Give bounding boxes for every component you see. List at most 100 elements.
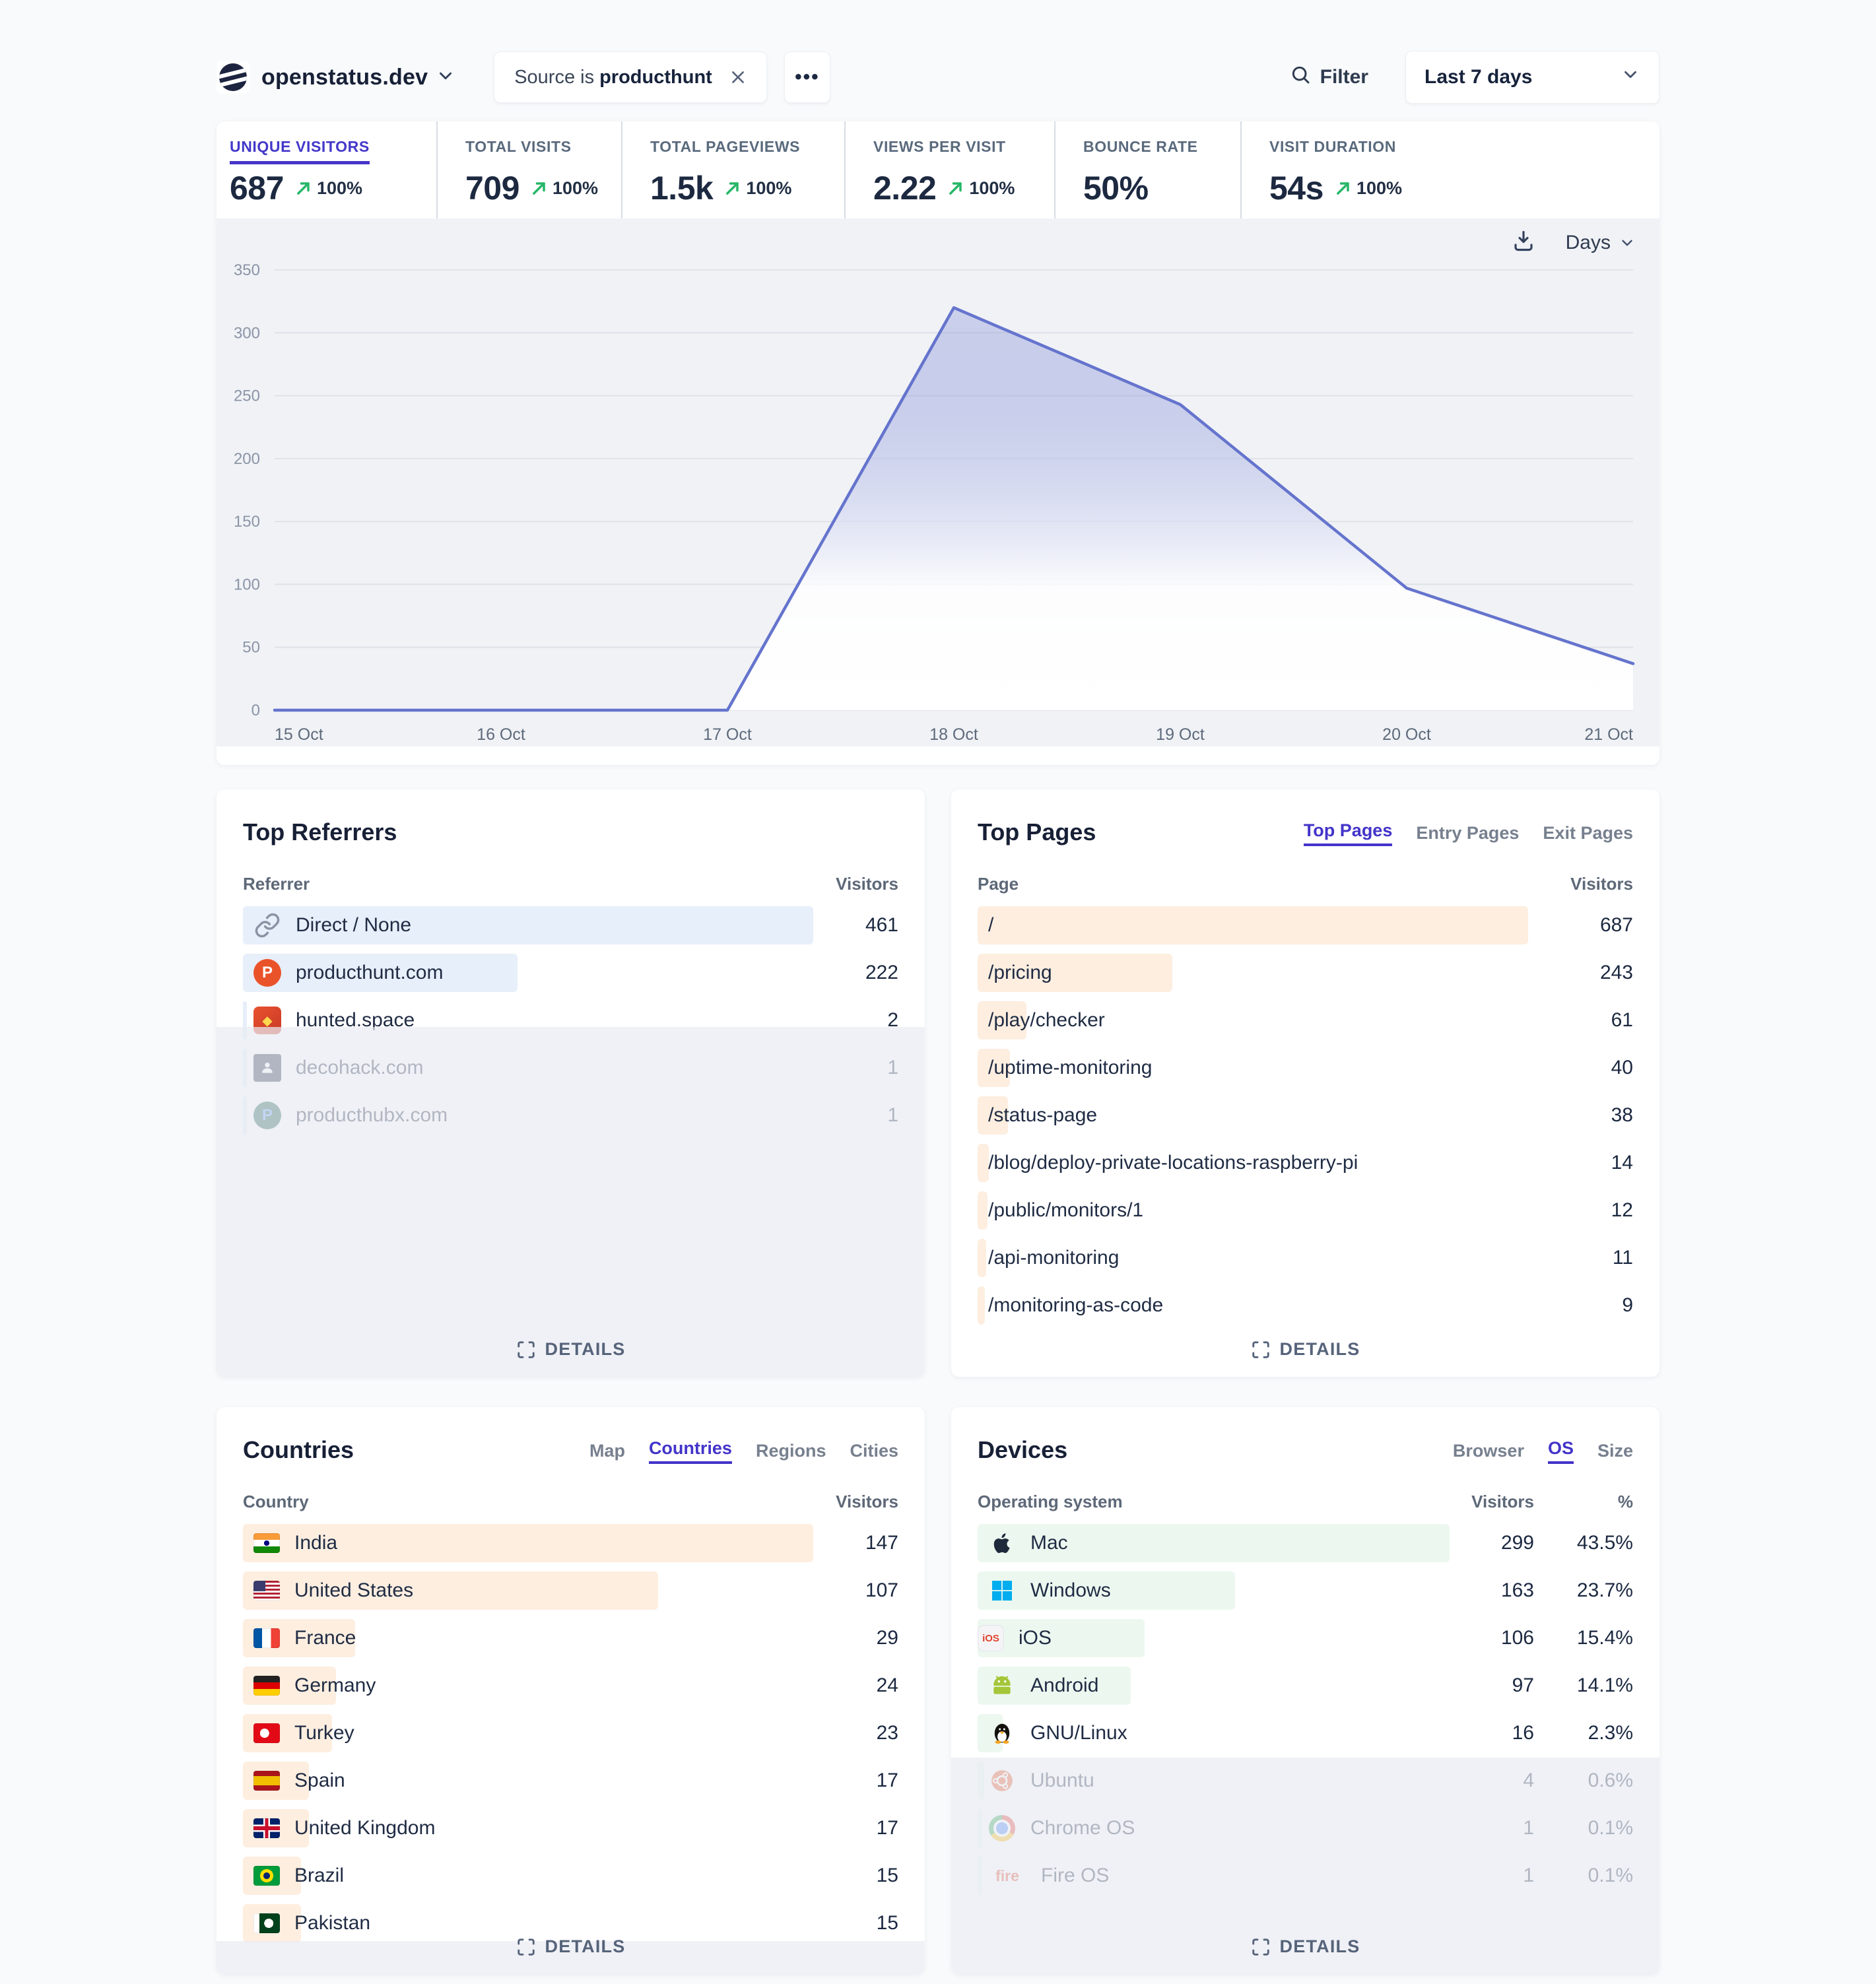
row-visitors: 1	[1455, 1817, 1534, 1839]
table-row[interactable]: Mac29943.5%	[978, 1524, 1633, 1562]
table-row[interactable]: /status-page38	[978, 1096, 1633, 1135]
table-row[interactable]: Turkey23	[243, 1714, 898, 1752]
table-row[interactable]: /pricing243	[978, 954, 1633, 992]
remove-filter-icon[interactable]	[729, 69, 747, 86]
row-label[interactable]: /blog/deploy-private-locations-raspberry…	[988, 1152, 1554, 1174]
table-row[interactable]: /play/checker61	[978, 1001, 1633, 1040]
site-name[interactable]: openstatus.dev	[261, 65, 428, 90]
table-row[interactable]: /uptime-monitoring40	[978, 1049, 1633, 1087]
table-row[interactable]: United Kingdom17	[243, 1809, 898, 1847]
interval-select[interactable]: Days	[1566, 232, 1636, 254]
table-row[interactable]: Windows16323.7%	[978, 1571, 1633, 1610]
tab-size[interactable]: Size	[1597, 1441, 1633, 1464]
tab-entry-pages[interactable]: Entry Pages	[1416, 823, 1519, 846]
metric-total-pageviews[interactable]: TOTAL PAGEVIEWS1.5k100%	[621, 121, 844, 218]
table-row[interactable]: /api-monitoring11	[978, 1239, 1633, 1277]
metric-unique-visitors[interactable]: UNIQUE VISITORS687100%	[217, 121, 436, 218]
tab-cities[interactable]: Cities	[850, 1441, 898, 1464]
table-row[interactable]: Android9714.1%	[978, 1667, 1633, 1705]
table-row[interactable]: Direct / None461	[243, 906, 898, 944]
tab-regions[interactable]: Regions	[756, 1441, 826, 1464]
top-referrers-panel: Top ReferrersReferrerVisitorsDirect / No…	[217, 789, 925, 1377]
row-label[interactable]: Android	[1030, 1674, 1455, 1697]
table-row[interactable]: /monitoring-as-code9	[978, 1286, 1633, 1325]
metric-total-visits[interactable]: TOTAL VISITS709100%	[436, 121, 621, 218]
table-row[interactable]: fireFire OS10.1%	[978, 1857, 1633, 1895]
row-label[interactable]: /pricing	[988, 962, 1554, 984]
expand-icon	[1251, 1937, 1271, 1957]
tab-top-pages[interactable]: Top Pages	[1304, 820, 1393, 846]
row-label[interactable]: GNU/Linux	[1030, 1722, 1455, 1744]
row-label[interactable]: /monitoring-as-code	[988, 1294, 1554, 1317]
row-label[interactable]: producthubx.com	[296, 1104, 819, 1127]
tab-os[interactable]: OS	[1548, 1438, 1574, 1464]
table-row[interactable]: decohack.com1	[243, 1049, 898, 1087]
row-label[interactable]: Ubuntu	[1030, 1769, 1455, 1792]
table-row[interactable]: Brazil15	[243, 1857, 898, 1895]
tab-exit-pages[interactable]: Exit Pages	[1543, 823, 1633, 846]
table-row[interactable]: Pproducthunt.com222	[243, 954, 898, 992]
filter-button[interactable]: Filter	[1290, 64, 1368, 90]
openstatus-logo-icon	[217, 61, 250, 94]
row-label[interactable]: Spain	[294, 1769, 819, 1792]
table-row[interactable]: France29	[243, 1619, 898, 1657]
details-button[interactable]: DETAILS	[951, 1936, 1659, 1957]
windows-icon	[978, 1577, 1016, 1604]
link-icon	[243, 911, 281, 939]
row-label[interactable]: Turkey	[294, 1722, 819, 1744]
tab-browser[interactable]: Browser	[1453, 1441, 1524, 1464]
table-row[interactable]: /public/monitors/112	[978, 1191, 1633, 1230]
row-label[interactable]: Pakistan	[294, 1912, 819, 1934]
row-label[interactable]: United States	[294, 1579, 819, 1602]
metric-visit-duration[interactable]: VISIT DURATION54s100%	[1240, 121, 1445, 218]
tab-map[interactable]: Map	[589, 1441, 625, 1464]
table-row[interactable]: Chrome OS10.1%	[978, 1809, 1633, 1847]
visitors-card: UNIQUE VISITORS687100%TOTAL VISITS709100…	[217, 121, 1659, 765]
row-label[interactable]: Direct / None	[296, 914, 819, 937]
table-row[interactable]: GNU/Linux162.3%	[978, 1714, 1633, 1752]
row-label[interactable]: /status-page	[988, 1104, 1554, 1127]
row-label[interactable]: producthunt.com	[296, 962, 819, 984]
details-button[interactable]: DETAILS	[217, 1339, 925, 1360]
table-row[interactable]: Spain17	[243, 1762, 898, 1800]
row-label[interactable]: hunted.space	[296, 1009, 819, 1032]
row-label[interactable]: Mac	[1030, 1532, 1455, 1554]
row-label[interactable]: /public/monitors/1	[988, 1199, 1554, 1222]
row-label[interactable]: decohack.com	[296, 1057, 819, 1079]
metric-bounce-rate[interactable]: BOUNCE RATE50%	[1054, 121, 1240, 218]
table-row[interactable]: /blog/deploy-private-locations-raspberry…	[978, 1144, 1633, 1182]
row-label[interactable]: /	[988, 914, 1554, 937]
row-label[interactable]: France	[294, 1627, 819, 1649]
row-label[interactable]: India	[294, 1532, 819, 1554]
download-icon[interactable]	[1512, 229, 1535, 256]
row-label[interactable]: United Kingdom	[294, 1817, 819, 1839]
row-label[interactable]: /api-monitoring	[988, 1247, 1554, 1269]
table-row[interactable]: ◆hunted.space2	[243, 1001, 898, 1040]
row-label[interactable]: /play/checker	[988, 1009, 1554, 1032]
row-label[interactable]: Germany	[294, 1674, 819, 1697]
row-label[interactable]: Brazil	[294, 1865, 819, 1887]
row-label[interactable]: Chrome OS	[1030, 1817, 1455, 1839]
details-button[interactable]: DETAILS	[951, 1339, 1659, 1360]
row-label[interactable]: iOS	[1019, 1627, 1455, 1649]
chevron-down-icon[interactable]	[436, 66, 455, 89]
chevron-down-icon	[1621, 65, 1640, 90]
metric-views-per-visit[interactable]: VIEWS PER VISIT2.22100%	[844, 121, 1054, 218]
table-row[interactable]: Ubuntu40.6%	[978, 1762, 1633, 1800]
table-row[interactable]: India147	[243, 1524, 898, 1562]
table-row[interactable]: /687	[978, 906, 1633, 944]
row-label[interactable]: Fire OS	[1041, 1865, 1455, 1887]
tab-countries[interactable]: Countries	[649, 1438, 732, 1464]
row-label[interactable]: Windows	[1030, 1579, 1455, 1602]
filter-pill-source[interactable]: Source is producthunt	[494, 51, 767, 103]
value-bar	[978, 1191, 988, 1230]
row-label[interactable]: /uptime-monitoring	[988, 1057, 1554, 1079]
table-row[interactable]: Pproducthubx.com1	[243, 1096, 898, 1135]
table-row[interactable]: iOSiOS10615.4%	[978, 1619, 1633, 1657]
line-chart[interactable]: 05010015020025030035015 Oct16 Oct17 Oct1…	[217, 218, 1659, 765]
table-row[interactable]: United States107	[243, 1571, 898, 1610]
details-button[interactable]: DETAILS	[217, 1936, 925, 1957]
more-filters-button[interactable]: •••	[784, 51, 830, 103]
table-row[interactable]: Germany24	[243, 1667, 898, 1705]
date-range-select[interactable]: Last 7 days	[1405, 51, 1659, 104]
